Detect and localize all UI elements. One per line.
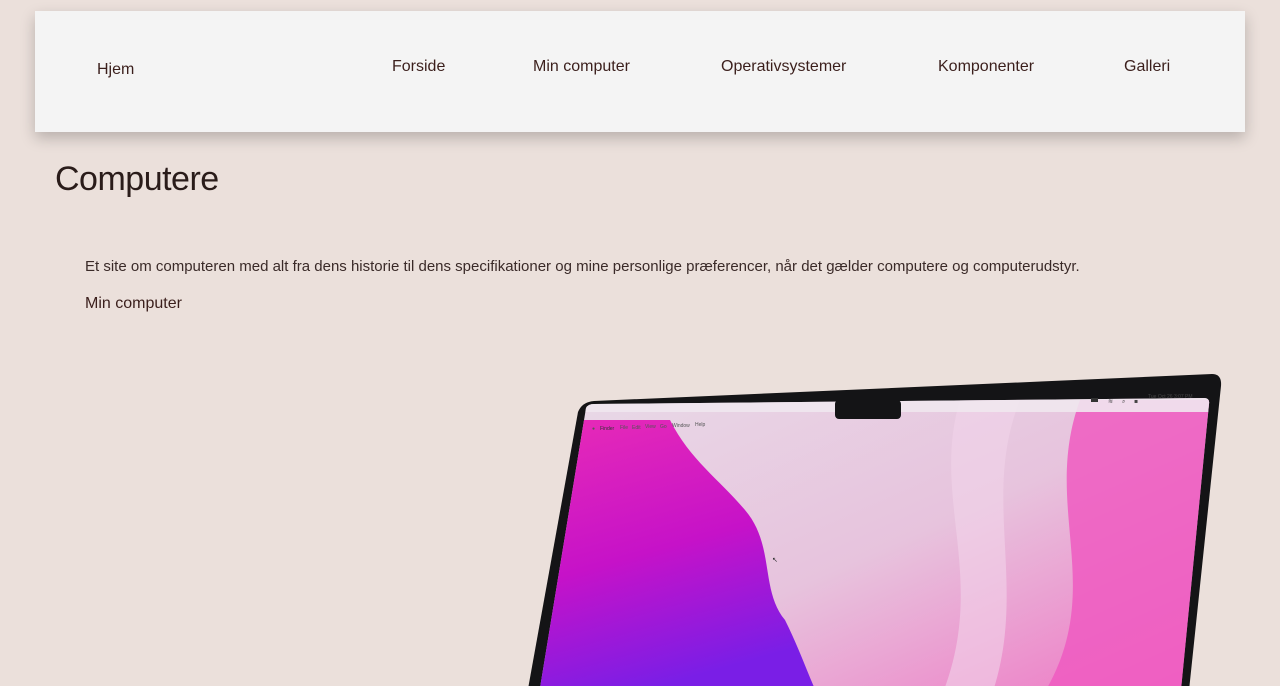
camera-notch <box>835 400 901 419</box>
control-center-icon: ▪ <box>1134 398 1138 405</box>
nav-item-galleri[interactable]: Galleri <box>1124 58 1170 76</box>
min-computer-link[interactable]: Min computer <box>85 295 182 313</box>
search-icon: ⌕ <box>1122 398 1125 405</box>
intro-text: Et site om computeren med alt fra dens h… <box>85 258 1080 275</box>
nav-item-komponenter[interactable]: Komponenter <box>938 58 1034 76</box>
menubar-item-file: File <box>620 425 628 431</box>
menubar-item-edit: Edit <box>632 425 641 431</box>
menubar-item-finder: Finder <box>600 426 615 432</box>
menubar-apple-icon: ● <box>592 426 595 432</box>
menubar-clock: Tue Oct 26 3:07 PM <box>1148 394 1193 400</box>
nav-item-min-computer[interactable]: Min computer <box>533 58 630 76</box>
wifi-icon: ≋ <box>1108 398 1113 405</box>
menubar-item-window: Window <box>672 423 690 429</box>
page: Hjem Forside Min computer Operativsystem… <box>0 0 1280 686</box>
cursor-icon: ↖ <box>772 556 778 564</box>
menubar-item-view: View <box>645 424 656 430</box>
page-title: Computere <box>55 160 219 198</box>
menubar-item-help: Help <box>695 422 706 428</box>
nav-item-operativsystemer[interactable]: Operativsystemer <box>721 58 846 76</box>
site-header: Hjem Forside Min computer Operativsystem… <box>35 11 1245 132</box>
laptop-image: ● Finder File Edit View Go Window Help ≋… <box>528 374 1222 686</box>
battery-icon <box>1091 398 1098 402</box>
home-link[interactable]: Hjem <box>97 61 134 79</box>
menubar-item-go: Go <box>660 424 667 430</box>
nav-item-forside[interactable]: Forside <box>392 58 445 76</box>
